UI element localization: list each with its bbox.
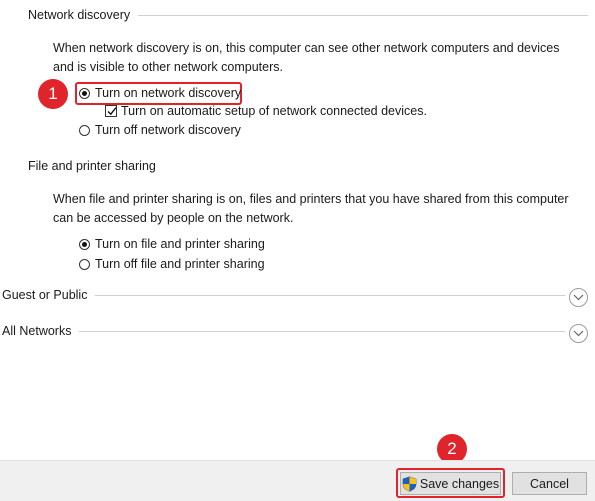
- expand-guest-public-button[interactable]: [569, 288, 588, 307]
- radio-turn-off-file-sharing[interactable]: Turn off file and printer sharing: [79, 255, 265, 273]
- radio-turn-on-file-sharing[interactable]: Turn on file and printer sharing: [79, 235, 265, 253]
- checkbox-label: Turn on automatic setup of network conne…: [121, 104, 427, 118]
- radio-button-selected[interactable]: [79, 87, 90, 99]
- section-divider: [95, 294, 565, 296]
- save-changes-button[interactable]: Save changes: [400, 472, 501, 495]
- section-divider: [79, 330, 565, 332]
- section-divider: [138, 14, 588, 16]
- section-label: Guest or Public: [2, 288, 88, 302]
- chevron-down-icon: [573, 330, 584, 337]
- section-label: All Networks: [2, 324, 72, 338]
- file-printer-sharing-header: File and printer sharing: [28, 159, 156, 173]
- bottom-button-bar: [0, 460, 595, 501]
- radio-button[interactable]: [79, 124, 90, 136]
- file-printer-sharing-description: When file and printer sharing is on, fil…: [53, 192, 569, 225]
- section-guest-or-public[interactable]: Guest or Public: [2, 288, 565, 302]
- cancel-button-label: Cancel: [530, 476, 569, 491]
- radio-label: Turn on network discovery: [95, 86, 242, 100]
- network-discovery-title: Network discovery: [28, 8, 131, 22]
- expand-all-networks-button[interactable]: [569, 324, 588, 343]
- radio-turn-off-network-discovery[interactable]: Turn off network discovery: [79, 121, 241, 139]
- uac-shield-icon: [402, 475, 417, 492]
- radio-label: Turn on file and printer sharing: [95, 237, 265, 251]
- checkmark-icon: [107, 107, 117, 116]
- cancel-button[interactable]: Cancel: [512, 472, 587, 495]
- radio-turn-on-network-discovery[interactable]: Turn on network discovery: [79, 84, 241, 102]
- chevron-down-icon: [573, 294, 584, 301]
- network-discovery-header: Network discovery: [28, 8, 588, 22]
- step-1-badge: 1: [38, 79, 68, 109]
- radio-label: Turn off network discovery: [95, 123, 241, 137]
- section-all-networks[interactable]: All Networks: [2, 324, 565, 338]
- radio-label: Turn off file and printer sharing: [95, 257, 265, 271]
- network-discovery-description: When network discovery is on, this compu…: [53, 41, 560, 74]
- checkbox-automatic-setup[interactable]: Turn on automatic setup of network conne…: [105, 102, 427, 120]
- checkbox-checked[interactable]: [105, 105, 117, 117]
- save-button-label: Save changes: [419, 476, 500, 491]
- radio-button[interactable]: [79, 258, 90, 270]
- radio-button-selected[interactable]: [79, 238, 90, 250]
